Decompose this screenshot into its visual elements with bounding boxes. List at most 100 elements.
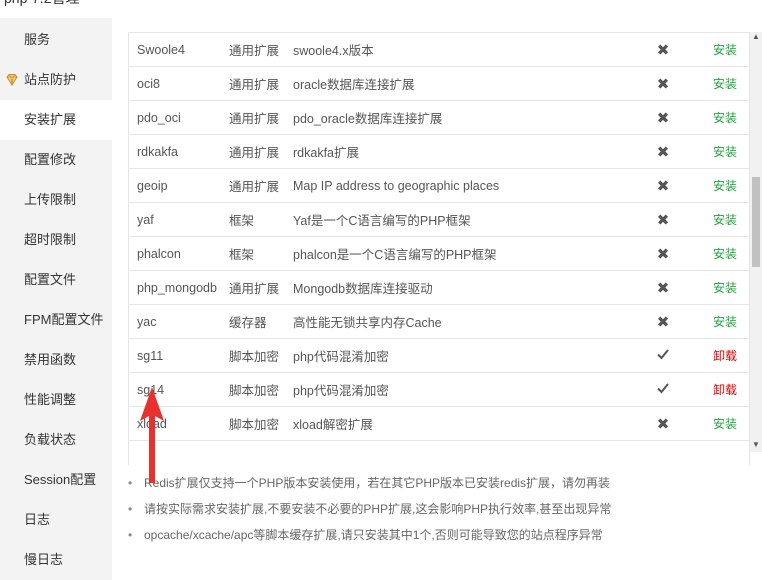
table-row: yac 缓存器 高性能无锁共享内存Cache ✖ 安装 [129,304,749,339]
sidebar-item-label: 性能调整 [24,392,77,407]
sidebar-item-label: 禁用函数 [24,352,77,367]
table-scrollbar[interactable]: ▲ ▼ [750,32,762,452]
scroll-down-icon[interactable]: ▼ [752,440,760,449]
install-button[interactable]: 安装 [713,281,737,295]
ext-name: yac [129,304,229,339]
sidebar-item-label: 上传限制 [24,192,77,207]
ext-name: geoip [129,168,229,203]
window-title: php-7.2管理 [0,0,79,8]
sidebar-item-disabled-functions[interactable]: 禁用函数 [0,340,112,380]
install-button[interactable]: 安装 [713,179,737,193]
ext-name: phalcon [129,236,229,271]
install-button[interactable]: 安装 [713,213,737,227]
sidebar-item-label: 服务 [24,32,51,47]
ext-name: php_mongodb [129,270,229,305]
ext-name: pdo_oci [129,100,229,135]
sidebar-item-label: 负载状态 [24,432,77,447]
x-icon: ✖ [656,143,670,161]
ext-name: sg11 [129,338,229,373]
sidebar-item-label: 超时限制 [24,232,77,247]
install-button[interactable]: 安装 [713,417,737,431]
notes-list: Redis扩展仅支持一个PHP版本安装使用，若在其它PHP版本已安装redis扩… [128,470,748,548]
sidebar-item-config-edit[interactable]: 配置修改 [0,140,112,180]
ext-description: phalcon是一个C语言编写的PHP框架 [293,236,633,271]
sidebar-item-label: Session配置 [24,472,97,487]
ext-type: 缓存器 [229,304,293,339]
install-button[interactable]: 安装 [713,77,737,91]
sidebar-item-label: 慢日志 [24,552,64,567]
ext-status [633,372,693,407]
table-row: yaf 框架 Yaf是一个C语言编写的PHP框架 ✖ 安装 [129,202,749,237]
gem-icon [6,74,18,86]
ext-type: 通用扩展 [229,33,293,67]
extensions-table-container[interactable]: Swoole4 通用扩展 swoole4.x版本 ✖ 安装 oci8 通用扩展 oracle数… [128,32,750,465]
x-icon: ✖ [656,415,670,433]
note-item: Redis扩展仅支持一个PHP版本安装使用，若在其它PHP版本已安装redis扩… [128,470,748,496]
sidebar-item-label: 配置文件 [24,272,77,287]
ext-type: 脚本加密 [229,406,293,441]
x-icon: ✖ [656,279,670,297]
ext-op: 安装 [693,168,749,203]
install-button[interactable]: 安装 [713,247,737,261]
ext-op: 安装 [693,134,749,169]
sidebar-item-performance[interactable]: 性能调整 [0,380,112,420]
table-row: geoip 通用扩展 Map IP address to geographic pl… [129,168,749,203]
ext-status: ✖ [633,304,693,339]
ext-type: 通用扩展 [229,270,293,305]
ext-op: 卸载 [693,338,749,373]
install-button[interactable]: 安装 [713,145,737,159]
sidebar-item-label: 站点防护 [24,72,77,87]
check-icon [657,383,669,394]
x-icon: ✖ [656,109,670,127]
ext-status: ✖ [633,100,693,135]
sidebar-item-site-protection[interactable]: 站点防护 [0,60,112,100]
ext-description: pdo_oracle数据库连接扩展 [293,100,633,135]
sidebar-item-label: 日志 [24,512,51,527]
sidebar-item-slow-logs[interactable]: 慢日志 [0,540,112,580]
table-row: pdo_oci 通用扩展 pdo_oracle数据库连接扩展 ✖ 安装 [129,100,749,135]
note-item: 请按实际需求安装扩展,不要安装不必要的PHP扩展,这会影响PHP执行效率,甚至出… [128,496,748,522]
ext-op: 安装 [693,406,749,441]
sidebar-item-install-extensions[interactable]: 安装扩展 [0,100,112,140]
sidebar-item-config-file[interactable]: 配置文件 [0,260,112,300]
uninstall-button[interactable]: 卸载 [713,383,737,397]
ext-type: 脚本加密 [229,338,293,373]
table-row: Swoole4 通用扩展 swoole4.x版本 ✖ 安装 [129,33,749,67]
sidebar-item-logs[interactable]: 日志 [0,500,112,540]
ext-op: 安装 [693,304,749,339]
sidebar-item-load-status[interactable]: 负载状态 [0,420,112,460]
ext-op: 安装 [693,270,749,305]
ext-name: oci8 [129,66,229,101]
install-button[interactable]: 安装 [713,43,737,57]
ext-op: 安装 [693,202,749,237]
sidebar-item-session-config[interactable]: Session配置 [0,460,112,500]
install-button[interactable]: 安装 [713,111,737,125]
install-button[interactable]: 安装 [713,315,737,329]
uninstall-button[interactable]: 卸载 [713,349,737,363]
ext-description: Mongodb数据库连接驱动 [293,270,633,305]
ext-status: ✖ [633,168,693,203]
sidebar-item-fpm-config[interactable]: FPM配置文件 [0,300,112,340]
ext-description: Yaf是一个C语言编写的PHP框架 [293,202,633,237]
scroll-thumb[interactable] [752,177,760,267]
ext-status: ✖ [633,270,693,305]
ext-type: 脚本加密 [229,372,293,407]
x-icon: ✖ [656,75,670,93]
ext-name: rdkakfa [129,134,229,169]
scroll-up-icon[interactable]: ▲ [752,32,760,41]
sidebar-item-timeout-limit[interactable]: 超时限制 [0,220,112,260]
table-row: oci8 通用扩展 oracle数据库连接扩展 ✖ 安装 [129,66,749,101]
sidebar-item-label: 安装扩展 [24,112,77,127]
ext-description: 高性能无锁共享内存Cache [293,304,633,339]
ext-type: 通用扩展 [229,134,293,169]
extensions-table: Swoole4 通用扩展 swoole4.x版本 ✖ 安装 oci8 通用扩展 oracle数… [129,33,749,441]
table-row: xload脚本加密xload解密扩展✖安装 [129,406,749,441]
ext-description: swoole4.x版本 [293,33,633,67]
sidebar-item-upload-limit[interactable]: 上传限制 [0,180,112,220]
ext-name: Swoole4 [129,33,229,67]
x-icon: ✖ [656,245,670,263]
ext-op: 安装 [693,236,749,271]
ext-type: 框架 [229,202,293,237]
ext-description: Map IP address to geographic places [293,168,633,203]
sidebar-item-service[interactable]: 服务 [0,20,112,60]
